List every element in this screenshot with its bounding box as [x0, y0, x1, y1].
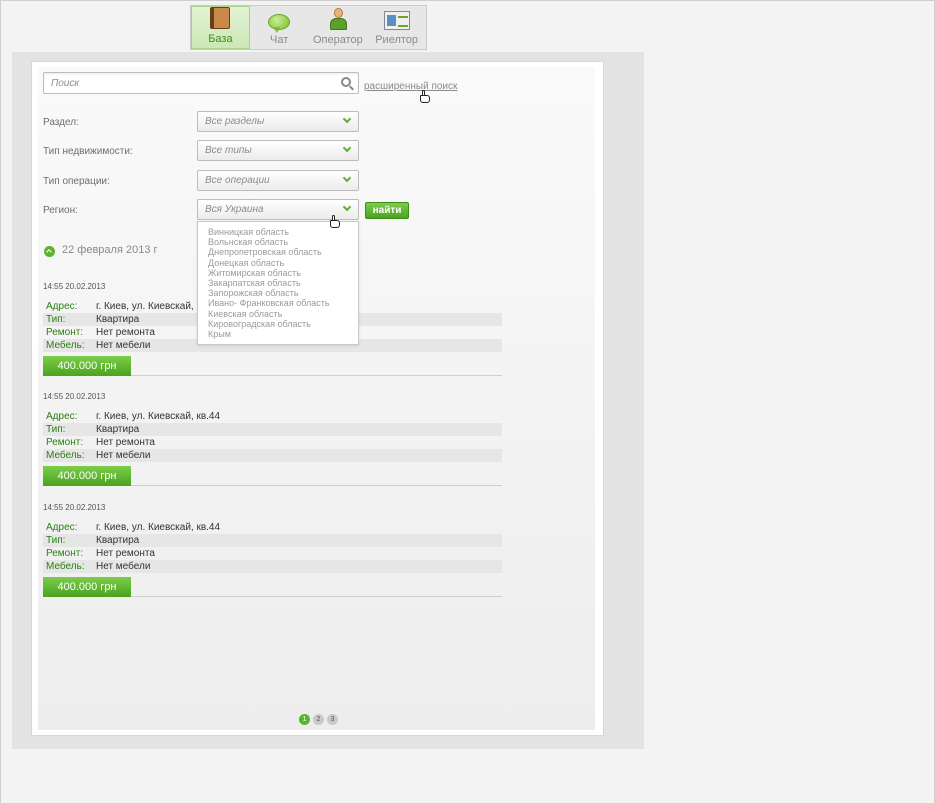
region-option[interactable]: Закарпатская область [198, 278, 358, 288]
region-option[interactable]: Крым [198, 329, 358, 339]
listing-card: 14:55 20.02.2013 Адрес: г. Киев, ул. Киев… [43, 503, 502, 597]
chevron-down-icon [342, 202, 352, 212]
region-option[interactable]: Донецкая область [198, 258, 358, 268]
region-option[interactable]: Вольнская область [198, 237, 358, 247]
listing-row-repair: Ремонт: Нет ремонта [46, 437, 155, 448]
price-badge[interactable]: 400.000 грн [43, 466, 131, 486]
property-type-select[interactable]: Все типы [197, 140, 359, 161]
tab-operator-label: Оператор [312, 34, 363, 46]
region-option[interactable]: Киевская область [198, 309, 358, 319]
page-button[interactable]: 3 [327, 714, 338, 725]
listing-details: Адрес: г. Киев, ул. Киевскай, кв.44 Тип: К… [43, 521, 502, 573]
listing-card: 14:55 20.02.2013 Адрес: г. Киев, ул. Киев… [43, 392, 502, 486]
region-dropdown: Винницкая область Вольнская область Днеп… [197, 221, 359, 345]
region-option[interactable]: Днепропетровская область [198, 247, 358, 257]
book-icon [210, 7, 231, 29]
listing-time: 14:55 20.02.2013 [43, 392, 106, 401]
tab-operator[interactable]: Оператор [309, 6, 368, 49]
hand-cursor-icon [420, 90, 430, 103]
chat-icon [268, 14, 291, 33]
listing-time: 14:55 20.02.2013 [43, 503, 106, 512]
listing-row-address: Адрес: г. Киев, ул. Киевскай, кв.44 [46, 411, 221, 422]
listing-row-address: Адрес: г. Киев, ул. Киевскай, кв.44 [46, 522, 221, 533]
tab-realtor-label: Риелтор [375, 34, 419, 46]
listing-details: Адрес: г. Киев, ул. Киевскай, кв.44 Тип: К… [43, 410, 502, 462]
section-label: Раздел: [43, 117, 79, 128]
page-button[interactable]: 2 [313, 714, 324, 725]
operator-icon [328, 8, 348, 30]
date-header: 22 февраля 2013 г [62, 244, 158, 256]
pagination: 1 2 3 [299, 714, 338, 725]
price-badge[interactable]: 400.000 грн [43, 356, 131, 376]
operation-type-label: Тип операции: [43, 176, 110, 187]
region-select-value: Вся Украина [205, 204, 264, 215]
region-option[interactable]: Винницкая область [198, 227, 358, 237]
chevron-down-icon [342, 143, 352, 153]
listing-row-repair: Ремонт: Нет ремонта [46, 548, 155, 559]
page-button[interactable]: 1 [299, 714, 310, 725]
region-option[interactable]: Запорожская область [198, 288, 358, 298]
section-select[interactable]: Все разделы [197, 111, 359, 132]
advanced-search-link[interactable]: расширенный поиск [364, 81, 457, 92]
id-card-icon [383, 11, 410, 30]
top-tab-bar: База Чат Оператор Риелтор [190, 5, 427, 50]
operation-type-select-value: Все операции [205, 175, 270, 186]
hand-cursor-icon [330, 215, 340, 228]
section-select-value: Все разделы [205, 116, 265, 127]
region-option[interactable]: Житомирская область [198, 268, 358, 278]
chevron-down-icon [342, 114, 352, 124]
price-badge[interactable]: 400.000 грн [43, 577, 131, 597]
listing-row-type: Тип: Квартира [43, 534, 502, 547]
chevron-down-icon [342, 173, 352, 183]
region-label: Регион: [43, 205, 78, 216]
tab-realtor[interactable]: Риелтор [367, 6, 426, 49]
collapse-toggle-icon[interactable] [44, 246, 55, 257]
property-type-label: Тип недвижимости: [43, 146, 133, 157]
property-type-select-value: Все типы [205, 145, 252, 156]
operation-type-select[interactable]: Все операции [197, 170, 359, 191]
listing-row-furniture: Мебель: Нет мебели [43, 449, 502, 462]
region-option[interactable]: Кировоградская область [198, 319, 358, 329]
tab-chat[interactable]: Чат [250, 6, 309, 49]
tab-chat-label: Чат [270, 34, 289, 46]
search-box [43, 72, 359, 94]
region-option[interactable]: Ивано- Франковская область [198, 298, 358, 308]
search-icon[interactable] [341, 77, 351, 87]
search-input[interactable] [44, 73, 358, 94]
tab-base-label: База [208, 33, 233, 45]
listing-row-furniture: Мебель: Нет мебели [43, 560, 502, 573]
tab-base[interactable]: База [191, 6, 250, 49]
find-button[interactable]: найти [365, 202, 409, 219]
listing-row-type: Тип: Квартира [43, 423, 502, 436]
